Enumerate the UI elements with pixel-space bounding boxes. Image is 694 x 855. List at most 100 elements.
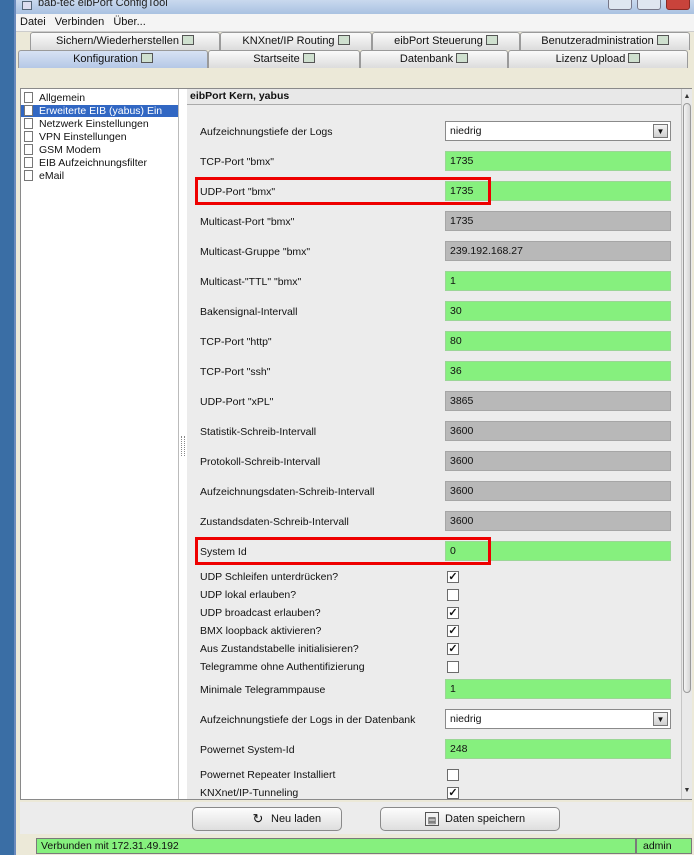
tab-knxnet-routing[interactable]: KNXnet/IP Routing xyxy=(220,32,372,50)
setting-label: Multicast-"TTL" "bmx" xyxy=(200,276,302,288)
config-tree: Allgemein Erweiterte EIB (yabus) Ein Netzw… xyxy=(21,89,179,799)
checkbox-label: Aus Zustandstabelle initialisieren? xyxy=(200,643,359,655)
setting-input[interactable]: 36 xyxy=(445,361,671,381)
setting-value: 239.192.168.27 xyxy=(450,245,523,257)
sidebar-item-label: Netzwerk Einstellungen xyxy=(39,118,149,130)
setting-label: Minimale Telegrammpause xyxy=(200,684,326,696)
checkbox[interactable] xyxy=(447,661,459,673)
checkbox-row-knxnet-ip-tunneling: KNXnet/IP-Tunneling ✓ xyxy=(197,785,683,801)
setting-label: Aufzeichnungstiefe der Logs in der Daten… xyxy=(200,714,416,726)
checkbox[interactable]: ✓ xyxy=(447,571,459,583)
setting-input: 3600 xyxy=(445,481,671,501)
checkbox[interactable]: ✓ xyxy=(447,625,459,637)
setting-input[interactable]: 1 xyxy=(445,271,671,291)
setting-dropdown[interactable]: niedrig ▼ xyxy=(445,709,671,729)
checkbox[interactable]: ✓ xyxy=(447,787,459,799)
setting-row-aufzeichnungstiefe-der-logs: Aufzeichnungstiefe der Logs niedrig ▼ xyxy=(197,121,683,143)
document-icon xyxy=(24,92,33,103)
setting-label: Multicast-Gruppe "bmx" xyxy=(200,246,311,258)
setting-input: 3600 xyxy=(445,511,671,531)
sidebar-item-label: VPN Einstellungen xyxy=(39,131,127,143)
panel-title: eibPort Kern, yabus xyxy=(187,89,692,105)
setting-row-minimale-telegrammpause: Minimale Telegrammpause 1 xyxy=(197,679,683,701)
tab-startseite[interactable]: Startseite xyxy=(208,50,360,68)
menu-datei[interactable]: Datei xyxy=(20,14,46,31)
scroll-thumb[interactable] xyxy=(683,103,691,693)
sidebar-item-erweiterte-eib-yabus-ein[interactable]: Erweiterte EIB (yabus) Ein xyxy=(21,105,178,117)
document-icon xyxy=(24,105,33,116)
sidebar-item-vpn-einstellungen[interactable]: VPN Einstellungen xyxy=(21,131,178,143)
setting-row-bakensignal-intervall: Bakensignal-Intervall 30 xyxy=(197,301,683,323)
checkbox-row-udp-broadcast-erlauben: UDP broadcast erlauben? ✓ xyxy=(197,605,683,621)
sidebar-item-label: Allgemein xyxy=(39,92,86,104)
tab-benutzeradministration[interactable]: Benutzeradministration xyxy=(520,32,690,50)
setting-label: Aufzeichnungsdaten-Schreib-Intervall xyxy=(200,486,375,498)
close-button[interactable] xyxy=(666,0,690,10)
checkbox-label: Powernet Repeater Installiert xyxy=(200,769,336,781)
splitter-handle[interactable] xyxy=(181,436,185,456)
minimize-button[interactable] xyxy=(607,0,632,10)
tab-datenbank[interactable]: Datenbank xyxy=(360,50,508,68)
setting-row-tcp-port-ssh: TCP-Port "ssh" 36 xyxy=(197,361,683,383)
sidebar-item-netzwerk-einstellungen[interactable]: Netzwerk Einstellungen xyxy=(21,118,178,130)
setting-row-aufzeichnungsdaten-schreib-intervall: Aufzeichnungsdaten-Schreib-Intervall 3600 xyxy=(197,481,683,503)
chevron-down-icon[interactable]: ▼ xyxy=(653,712,668,726)
menu-verbinden[interactable]: Verbinden xyxy=(55,14,105,31)
tab-label: KNXnet/IP Routing xyxy=(242,35,335,47)
checkbox[interactable]: ✓ xyxy=(447,643,459,655)
sidebar-item-label: eMail xyxy=(39,170,65,182)
setting-dropdown[interactable]: niedrig ▼ xyxy=(445,121,671,141)
connection-status: Verbunden mit 172.31.49.192 xyxy=(36,838,636,854)
setting-label: Zustandsdaten-Schreib-Intervall xyxy=(200,516,349,528)
tab-eibport-steuerung[interactable]: eibPort Steuerung xyxy=(372,32,520,50)
tab-row-1: Sichern/Wiederherstellen KNXnet/IP Routin… xyxy=(16,32,694,50)
checkbox[interactable] xyxy=(447,769,459,781)
menu-ueber[interactable]: Über... xyxy=(113,14,145,31)
setting-input[interactable]: 1735 xyxy=(445,151,671,171)
setting-value: 248 xyxy=(450,743,468,755)
sidebar-item-eib-aufzeichnungsfilter[interactable]: EIB Aufzeichnungsfilter xyxy=(21,157,178,169)
action-bar: ↻ Neu laden ▤ Daten speichern xyxy=(20,802,692,834)
setting-input: 239.192.168.27 xyxy=(445,241,671,261)
tab-konfiguration[interactable]: Konfiguration xyxy=(18,50,208,68)
checkbox[interactable] xyxy=(447,589,459,601)
scroll-down-icon[interactable]: ▼ xyxy=(682,785,692,797)
tab-sichern[interactable]: Sichern/Wiederherstellen xyxy=(30,32,220,50)
reload-label: Neu laden xyxy=(271,813,322,825)
setting-input[interactable]: 1 xyxy=(445,679,671,699)
setting-value: 1735 xyxy=(450,215,474,227)
save-button[interactable]: ▤ Daten speichern xyxy=(380,807,560,831)
sidebar-item-allgemein[interactable]: Allgemein xyxy=(21,92,178,104)
document-icon xyxy=(24,131,33,142)
sidebar-item-label: EIB Aufzeichnungsfilter xyxy=(39,157,147,169)
maximize-button[interactable] xyxy=(636,0,661,10)
setting-input[interactable]: 30 xyxy=(445,301,671,321)
document-icon xyxy=(24,118,33,129)
setting-label: Powernet System-Id xyxy=(200,744,295,756)
document-icon xyxy=(24,157,33,168)
sidebar-item-gsm-modem[interactable]: GSM Modem xyxy=(21,144,178,156)
checkbox-row-bmx-loopback-aktivieren: BMX loopback aktivieren? ✓ xyxy=(197,623,683,639)
tab-lizenz-upload[interactable]: Lizenz Upload xyxy=(508,50,688,68)
sidebar-item-email[interactable]: eMail xyxy=(21,170,178,182)
app-window: bab-tec eibPort ConfigTool Datei Verbind… xyxy=(14,0,694,855)
setting-row-tcp-port-http: TCP-Port "http" 80 xyxy=(197,331,683,353)
status-bar: Verbunden mit 172.31.49.192 admin xyxy=(20,838,692,855)
checkbox-label: UDP Schleifen unterdrücken? xyxy=(200,571,339,583)
checkbox-row-udp-schleifen-unterdr-cken: UDP Schleifen unterdrücken? ✓ xyxy=(197,569,683,585)
setting-input[interactable]: 248 xyxy=(445,739,671,759)
setting-value: 36 xyxy=(450,365,462,377)
highlight-box xyxy=(195,537,491,565)
database-icon xyxy=(456,53,469,63)
checkbox-row-powernet-repeater-installiert: Powernet Repeater Installiert xyxy=(197,767,683,783)
scroll-up-icon[interactable]: ▲ xyxy=(682,91,692,103)
setting-row-tcp-port-bmx: TCP-Port "bmx" 1735 xyxy=(197,151,683,173)
setting-label: TCP-Port "ssh" xyxy=(200,366,271,378)
vertical-scrollbar[interactable]: ▲ ▼ xyxy=(681,89,692,799)
reload-button[interactable]: ↻ Neu laden xyxy=(192,807,342,831)
chevron-down-icon[interactable]: ▼ xyxy=(653,124,668,138)
setting-row-powernet-system-id: Powernet System-Id 248 xyxy=(197,739,683,761)
tab-label: Startseite xyxy=(253,53,300,65)
checkbox[interactable]: ✓ xyxy=(447,607,459,619)
setting-input[interactable]: 80 xyxy=(445,331,671,351)
